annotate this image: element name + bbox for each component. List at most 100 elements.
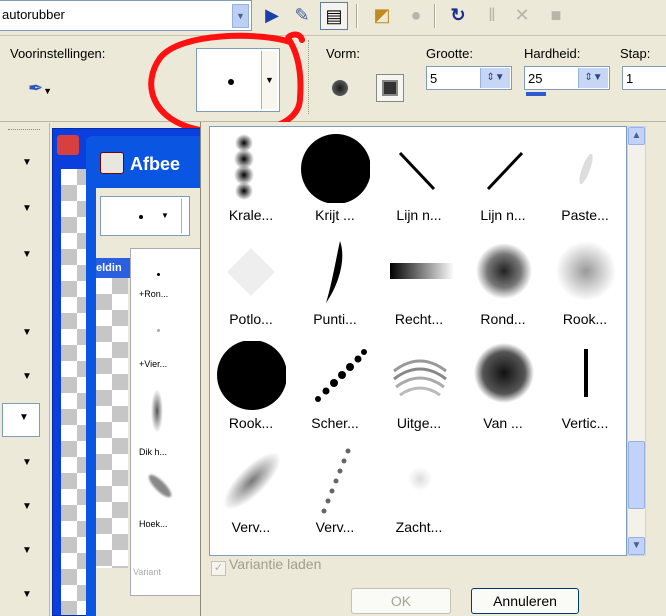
brush-item[interactable]: Lijn n... xyxy=(378,127,460,231)
smoke-hard-brush-icon xyxy=(217,341,286,410)
checkmark-icon[interactable]: ✓ xyxy=(211,561,226,576)
brush-item[interactable]: Krijt ... xyxy=(294,127,376,231)
brush-item[interactable]: Punti... xyxy=(294,231,376,335)
brush-item[interactable]: Scher... xyxy=(294,335,376,439)
pastel-brush-icon xyxy=(579,153,593,185)
palette-row[interactable]: ▼ xyxy=(0,195,50,229)
pencil-brush-icon xyxy=(226,247,276,297)
tool-preset-combo[interactable]: autorubber ▼ xyxy=(0,0,252,31)
brush-item[interactable]: Zacht... xyxy=(378,439,460,543)
brush-label: Punti... xyxy=(313,311,357,327)
mini-item[interactable]: Dik h... xyxy=(139,447,167,457)
step-spinner[interactable]: 1 xyxy=(622,66,666,90)
chevron-down-icon[interactable]: ▼ xyxy=(22,589,32,600)
palette-row[interactable]: ▼ xyxy=(0,581,50,615)
mini-item[interactable]: Hoek... xyxy=(139,519,168,529)
brush-item[interactable]: Van ... xyxy=(462,335,544,439)
brush-label: Van ... xyxy=(483,415,523,431)
variant-checkbox[interactable]: ✓ Variantie laden xyxy=(211,556,321,576)
line-up-brush-icon xyxy=(486,151,524,191)
brush-item[interactable]: Paste... xyxy=(544,127,626,231)
round-shape-icon[interactable] xyxy=(326,74,354,102)
palette-row[interactable]: ▼ xyxy=(0,493,50,527)
brush-item[interactable]: Recht... xyxy=(378,231,460,335)
refresh-icon[interactable]: ↻ xyxy=(444,2,472,30)
brush-label: Uitge... xyxy=(396,415,442,431)
scrollbar-thumb[interactable] xyxy=(628,441,645,509)
mini-item[interactable]: +Vier... xyxy=(139,359,167,369)
brush-label: Potlo... xyxy=(229,311,273,327)
size-spinner[interactable]: 5 ⇕▼ xyxy=(426,66,512,90)
brush-item[interactable]: Vertic... xyxy=(544,335,626,439)
close-icon[interactable]: ✕ xyxy=(508,2,536,30)
stop-icon[interactable]: ● xyxy=(402,2,430,30)
chevron-down-icon[interactable]: ▼ xyxy=(22,327,32,338)
pause-icon[interactable]: ‖ xyxy=(478,2,506,30)
brush-item[interactable]: Rook... xyxy=(210,335,292,439)
ok-button[interactable]: OK xyxy=(351,588,451,614)
brush-item[interactable]: Rond... xyxy=(462,231,544,335)
brush-item[interactable]: Krale... xyxy=(210,127,292,231)
diagonal-soft-brush-icon xyxy=(223,452,281,510)
palette-row[interactable]: ▼ xyxy=(0,363,50,397)
square-shape-icon[interactable] xyxy=(376,74,404,102)
chevron-down-icon[interactable]: ▼ xyxy=(19,412,29,423)
image-window[interactable]: Afbee ▼ eldin +Ron... +Vier... Dik h... … xyxy=(86,136,206,616)
brush-grid: Krale... Krijt ... Lijn n... Lijn n... P… xyxy=(209,126,627,556)
left-palette: ▼ ▼ ▼ ▼ ▼ ▼ ▼ ▼ ▼ ▼ xyxy=(0,123,50,616)
arrow-icon[interactable]: ▶ xyxy=(258,2,286,30)
brush-label: Verv... xyxy=(315,519,355,535)
brush-label: Rond... xyxy=(480,311,526,327)
spinner-arrows-icon[interactable]: ⇕▼ xyxy=(480,68,510,88)
open-icon[interactable]: ◩ xyxy=(368,2,396,30)
mini-brush-list[interactable]: +Ron... +Vier... Dik h... Hoek... Varian… xyxy=(130,248,206,596)
stop-square-icon[interactable]: ■ xyxy=(542,2,570,30)
chevron-down-icon[interactable]: ▼ xyxy=(22,157,32,168)
palette-row[interactable]: ▼ xyxy=(0,241,50,275)
chevron-down-icon[interactable]: ▼ xyxy=(22,249,32,260)
rect-brush-icon xyxy=(390,263,454,279)
chevron-down-icon[interactable]: ▼ xyxy=(628,537,645,555)
mini-brush-dropdown[interactable]: ▼ xyxy=(100,196,190,236)
shape-label: Vorm: xyxy=(326,46,360,61)
palette-row[interactable]: ▼ xyxy=(0,319,50,353)
tool-combo-value: autorubber xyxy=(2,7,65,22)
window-app-icon xyxy=(100,152,124,174)
palette-icon[interactable]: ▤ xyxy=(320,2,348,30)
hardness-spinner[interactable]: 25 ⇕▼ xyxy=(524,66,610,90)
top-toolbar: autorubber ▼ ▶ ✎ ▤ ◩ ● ↻ ‖ ✕ ■ xyxy=(0,0,666,36)
toolbar-separator xyxy=(434,4,436,28)
brush-label: Lijn n... xyxy=(396,207,442,223)
palette-row[interactable]: ▼ xyxy=(0,149,50,183)
cancel-button[interactable]: Annuleren xyxy=(471,588,579,614)
hardness-level-bar xyxy=(526,92,546,96)
mini-item[interactable]: +Ron... xyxy=(139,289,168,299)
chevron-down-icon[interactable]: ▼ xyxy=(161,211,169,220)
chevron-up-icon[interactable]: ▲ xyxy=(628,127,645,145)
brush-item[interactable]: Potlo... xyxy=(210,231,292,335)
palette-row-selected[interactable]: ▼ xyxy=(2,403,40,437)
soft-dot-brush-icon xyxy=(408,467,432,491)
spinner-arrows-icon[interactable]: ⇕▼ xyxy=(578,68,608,88)
brush-item[interactable]: Verv... xyxy=(210,439,292,543)
script-icon[interactable]: ✎ xyxy=(288,2,316,30)
ripple-brush-icon xyxy=(393,359,447,397)
brush-item[interactable]: Uitge... xyxy=(378,335,460,439)
brush-item[interactable]: Lijn n... xyxy=(462,127,544,231)
palette-row[interactable]: ▼ xyxy=(0,537,50,571)
brush-item[interactable]: Verv... xyxy=(294,439,376,543)
chevron-down-icon[interactable]: ▼ xyxy=(22,203,32,214)
chevron-down-icon[interactable]: ▼ xyxy=(22,371,32,382)
brush-label: Recht... xyxy=(394,311,444,327)
chevron-down-icon[interactable]: ▼ xyxy=(22,457,32,468)
chevron-down-icon[interactable]: ▼ xyxy=(232,4,249,28)
window-body: ▼ eldin +Ron... +Vier... Dik h... Hoek..… xyxy=(96,188,206,616)
palette-row[interactable]: ▼ xyxy=(0,449,50,483)
hardness-label: Hardheid: xyxy=(524,46,581,61)
chevron-down-icon[interactable]: ▼ xyxy=(22,501,32,512)
brush-item[interactable]: Rook... xyxy=(544,231,626,335)
tool-options-bar: Voorinstellingen: ✒▼ Vorm: Grootte: 5 ⇕▼… xyxy=(0,36,666,122)
chevron-down-icon[interactable]: ▼ xyxy=(22,545,32,556)
brush-grid-scrollbar[interactable]: ▲ ▼ xyxy=(627,126,646,556)
brush-preset-icon[interactable]: ✒▼ xyxy=(28,78,52,99)
